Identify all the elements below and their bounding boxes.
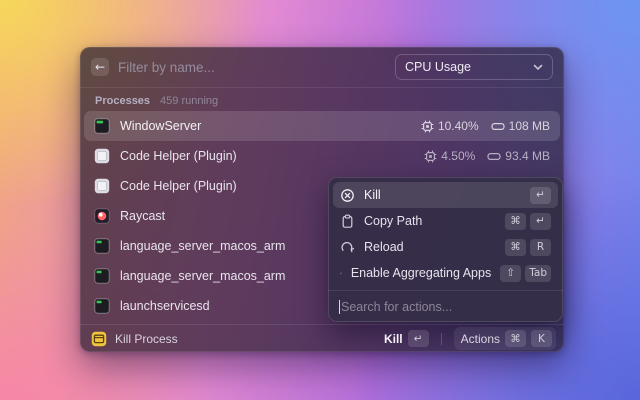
clipboard-icon bbox=[342, 214, 353, 228]
top-search-bar: ← Filter by name... CPU Usage bbox=[80, 47, 564, 87]
actions-search-row: Search for actions... bbox=[333, 291, 558, 322]
menu-item-label: Copy Path bbox=[364, 214, 423, 228]
section-count: 459 running bbox=[160, 95, 219, 107]
menu-item-kill[interactable]: Kill ↵ bbox=[333, 182, 558, 208]
shortcut-keys: ↵ bbox=[530, 186, 551, 204]
process-name: language_server_macos_arm bbox=[120, 269, 286, 283]
section-header: Processes 459 running bbox=[80, 88, 564, 110]
kill-circle-x-icon bbox=[341, 188, 354, 202]
process-name: launchservicesd bbox=[120, 299, 210, 313]
tab-key-badge: Tab bbox=[525, 264, 551, 282]
process-row-windowserver[interactable]: WindowServer 10.40% 108 MB bbox=[84, 111, 560, 141]
process-name: Code Helper (Plugin) bbox=[120, 149, 237, 163]
r-key-badge: R bbox=[530, 238, 551, 256]
sort-dropdown[interactable]: CPU Usage bbox=[395, 54, 553, 80]
sort-dropdown-value: CPU Usage bbox=[405, 60, 471, 74]
terminal-app-icon bbox=[94, 298, 110, 314]
process-name: language_server_macos_arm bbox=[120, 239, 286, 253]
primary-action[interactable]: Kill ↵ bbox=[384, 330, 429, 347]
status-bar: Kill Process Kill ↵ Actions ⌘ K bbox=[80, 324, 564, 352]
actions-menu: Kill ↵ Copy Path ⌘ ↵ Reload ⌘ R Enable A… bbox=[328, 177, 563, 322]
actions-button-label: Actions bbox=[460, 331, 500, 346]
memory-icon bbox=[491, 122, 505, 130]
process-name: Code Helper (Plugin) bbox=[120, 179, 237, 193]
cpu-chip-icon bbox=[421, 120, 434, 132]
reload-arrow-icon bbox=[341, 241, 355, 252]
return-key-badge: ↵ bbox=[530, 212, 551, 230]
return-key-badge: ↵ bbox=[407, 330, 429, 347]
code-helper-app-icon bbox=[94, 178, 110, 194]
code-helper-app-icon bbox=[94, 148, 110, 164]
process-stats: 10.40% 108 MB bbox=[421, 119, 550, 133]
desktop-background: ← Filter by name... CPU Usage Processes … bbox=[0, 0, 640, 400]
return-key-badge: ↵ bbox=[530, 186, 551, 204]
shift-key-badge: ⇧ bbox=[500, 264, 522, 282]
cpu-stat: 4.50% bbox=[424, 149, 475, 163]
primary-action-label: Kill bbox=[383, 331, 403, 346]
shortcut-keys: ⌘ ↵ bbox=[505, 212, 551, 230]
process-name: WindowServer bbox=[120, 119, 202, 133]
raycast-window: ← Filter by name... CPU Usage Processes … bbox=[80, 47, 564, 352]
k-key-badge: K bbox=[531, 330, 552, 347]
shortcut-keys: ⌘ R bbox=[505, 238, 551, 256]
menu-item-enable-aggregating-apps[interactable]: Enable Aggregating Apps ⇧ Tab bbox=[333, 260, 558, 286]
memory-stat: 108 MB bbox=[491, 119, 550, 133]
shortcut-keys: ⇧ Tab bbox=[500, 264, 551, 282]
cmd-key-badge: ⌘ bbox=[505, 238, 526, 256]
cmd-key-badge: ⌘ bbox=[505, 330, 526, 347]
process-row-code-helper-1[interactable]: Code Helper (Plugin) 4.50% 93.4 MB bbox=[84, 141, 560, 171]
menu-item-label: Kill bbox=[364, 188, 381, 202]
process-name: Raycast bbox=[120, 209, 166, 223]
actions-search-input[interactable]: Search for actions... bbox=[341, 300, 452, 314]
terminal-app-icon bbox=[94, 238, 110, 254]
app-window-icon bbox=[340, 272, 342, 274]
memory-icon bbox=[487, 152, 501, 160]
process-stats: 4.50% 93.4 MB bbox=[424, 149, 550, 163]
menu-item-label: Reload bbox=[364, 240, 404, 254]
terminal-app-icon bbox=[94, 118, 110, 134]
chevron-down-icon bbox=[533, 64, 543, 70]
menu-item-label: Enable Aggregating Apps bbox=[350, 266, 492, 280]
memory-stat: 93.4 MB bbox=[487, 149, 550, 163]
raycast-app-icon bbox=[94, 208, 110, 224]
section-title: Processes bbox=[95, 95, 151, 107]
menu-item-reload[interactable]: Reload ⌘ R bbox=[333, 234, 558, 260]
text-caret bbox=[339, 299, 340, 314]
actions-button[interactable]: Actions ⌘ K bbox=[453, 327, 556, 350]
cmd-key-badge: ⌘ bbox=[505, 212, 526, 230]
filter-input[interactable]: Filter by name... bbox=[118, 60, 386, 75]
extension-title: Kill Process bbox=[115, 331, 178, 346]
statusbar-divider bbox=[440, 332, 442, 345]
menu-item-copy-path[interactable]: Copy Path ⌘ ↵ bbox=[333, 208, 558, 234]
cpu-stat: 10.40% bbox=[421, 119, 479, 133]
back-button[interactable]: ← bbox=[91, 58, 109, 76]
kill-process-app-icon bbox=[91, 331, 107, 346]
terminal-app-icon bbox=[94, 268, 110, 284]
back-arrow-icon: ← bbox=[94, 60, 106, 74]
cpu-chip-icon bbox=[424, 150, 437, 162]
